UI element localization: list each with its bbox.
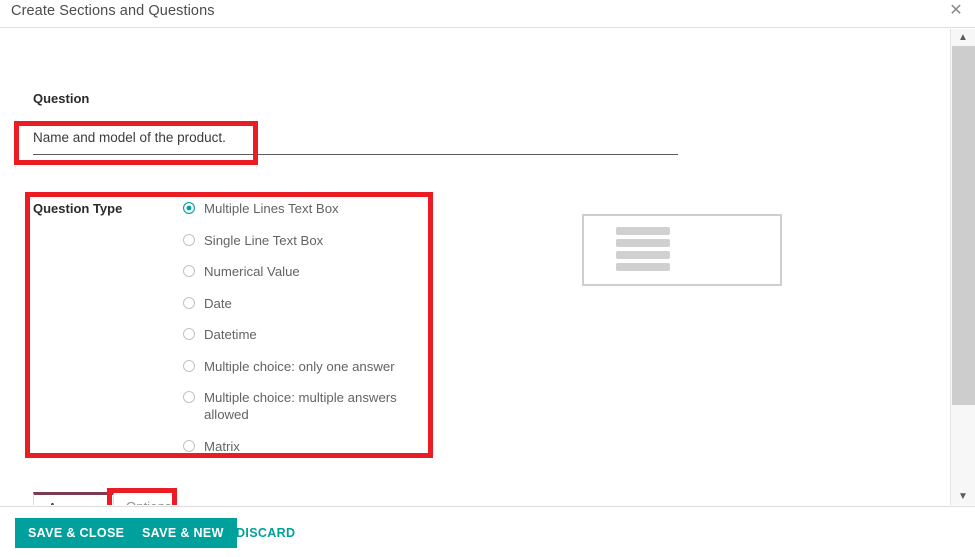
radio-option-multiple-choice-multiple-answers[interactable]: Multiple choice: multiple answers allowe…	[183, 389, 423, 423]
radio-button-icon[interactable]	[183, 202, 195, 214]
question-input[interactable]	[33, 127, 678, 149]
page-title: Create Sections and Questions	[11, 3, 215, 19]
create-sections-and-questions-dialog: Create Sections and Questions ✕ Question…	[0, 0, 975, 557]
discard-button[interactable]: DISCARD	[236, 518, 295, 548]
question-input-wrapper[interactable]	[33, 127, 678, 155]
radio-option-date[interactable]: Date	[183, 295, 423, 312]
close-icon[interactable]: ✕	[947, 2, 965, 20]
preview-line	[616, 239, 670, 247]
preview-line	[616, 251, 670, 259]
form-content: Question Question Type Multiple Lines Te…	[0, 29, 950, 505]
radio-option-label: Numerical Value	[204, 264, 300, 279]
tab-bar: Answers Options	[0, 492, 950, 505]
question-field-label: Question	[33, 91, 90, 106]
question-type-label: Question Type	[33, 201, 123, 216]
preview-line	[616, 227, 670, 235]
radio-button-icon[interactable]	[183, 359, 195, 372]
radio-button-icon[interactable]	[183, 391, 195, 403]
radio-option-label: Multiple Lines Text Box	[204, 201, 339, 216]
radio-option-label: Multiple choice: only one answer	[204, 358, 395, 374]
radio-option-datetime[interactable]: Datetime	[183, 326, 423, 343]
radio-option-multiple-lines-text-box[interactable]: Multiple Lines Text Box	[183, 200, 423, 217]
radio-option-label: Matrix	[204, 438, 240, 454]
radio-option-label: Single Line Text Box	[204, 232, 324, 248]
radio-button-icon[interactable]	[183, 233, 195, 246]
save-and-new-button[interactable]: SAVE & NEW	[129, 518, 237, 548]
radio-button-icon[interactable]	[183, 328, 195, 340]
scroll-down-icon[interactable]: ▼	[951, 488, 975, 505]
question-type-preview	[582, 214, 782, 286]
tab-answers[interactable]: Answers	[33, 492, 114, 505]
scroll-up-icon[interactable]: ▲	[951, 29, 975, 46]
save-and-close-button[interactable]: SAVE & CLOSE	[15, 518, 138, 548]
radio-button-icon[interactable]	[183, 265, 195, 277]
scrollbar-thumb[interactable]	[952, 46, 975, 405]
radio-option-label: Multiple choice: multiple answers allowe…	[204, 390, 397, 422]
radio-option-numerical-value[interactable]: Numerical Value	[183, 263, 423, 280]
radio-button-icon[interactable]	[183, 296, 195, 309]
radio-option-multiple-choice-one-answer[interactable]: Multiple choice: only one answer	[183, 358, 423, 375]
multiline-text-preview-icon	[616, 227, 670, 271]
radio-option-matrix[interactable]: Matrix	[183, 438, 423, 455]
vertical-scrollbar[interactable]: ▲ ▼	[950, 29, 975, 505]
radio-option-single-line-text-box[interactable]: Single Line Text Box	[183, 232, 423, 249]
dialog-body: Question Question Type Multiple Lines Te…	[0, 29, 950, 505]
radio-option-label: Date	[204, 295, 232, 311]
dialog-header: Create Sections and Questions ✕	[0, 0, 975, 28]
radio-button-icon[interactable]	[183, 439, 195, 452]
radio-option-label: Datetime	[204, 327, 257, 342]
tab-options[interactable]: Options	[112, 492, 185, 505]
preview-line	[616, 263, 670, 271]
question-type-radio-group: Multiple Lines Text Box Single Line Text…	[183, 200, 423, 455]
